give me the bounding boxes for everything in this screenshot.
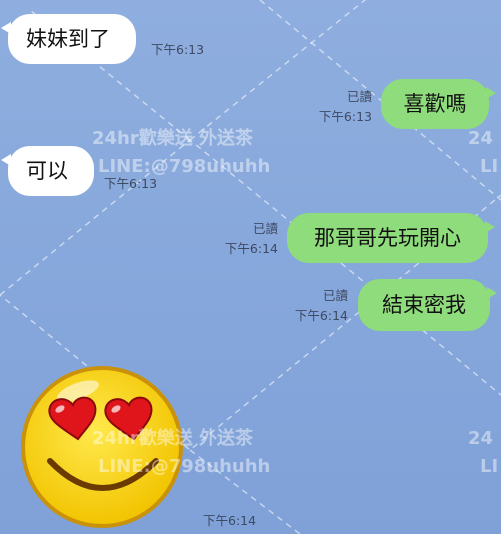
watermark-text: LI — [480, 456, 499, 477]
message-text: 喜歡嗎 — [403, 91, 467, 116]
message-bubble-incoming[interactable]: 可以 — [1, 146, 94, 196]
watermark-text: 24 — [468, 428, 494, 449]
message-bubble-outgoing[interactable]: 那哥哥先玩開心 — [287, 213, 495, 263]
message-text: 可以 — [26, 158, 68, 183]
watermark-text: LI — [480, 156, 499, 177]
message-time: 下午6:13 — [151, 42, 205, 57]
message-time: 下午6:13 — [318, 109, 372, 124]
read-receipt: 已讀 — [346, 89, 372, 104]
message-time: 下午6:14 — [224, 241, 278, 256]
message-time: 下午6:14 — [203, 513, 257, 528]
watermark-text: 24 — [468, 128, 494, 149]
message-bubble-outgoing[interactable]: 喜歡嗎 — [381, 79, 496, 129]
message-text: 妹妹到了 — [26, 26, 110, 51]
read-receipt: 已讀 — [322, 288, 348, 303]
message-text: 結束密我 — [382, 292, 466, 317]
watermark-text: 24hr歡樂送 外送茶 — [92, 128, 254, 149]
heart-eyes-smiley-icon[interactable] — [20, 365, 185, 530]
read-receipt: 已讀 — [252, 221, 278, 236]
message-text: 那哥哥先玩開心 — [314, 225, 461, 250]
message-bubble-outgoing[interactable]: 結束密我 — [358, 279, 497, 331]
message-time: 下午6:14 — [294, 308, 348, 323]
message-bubble-incoming[interactable]: 妹妹到了 — [1, 14, 136, 64]
message-time: 下午6:13 — [104, 176, 158, 191]
